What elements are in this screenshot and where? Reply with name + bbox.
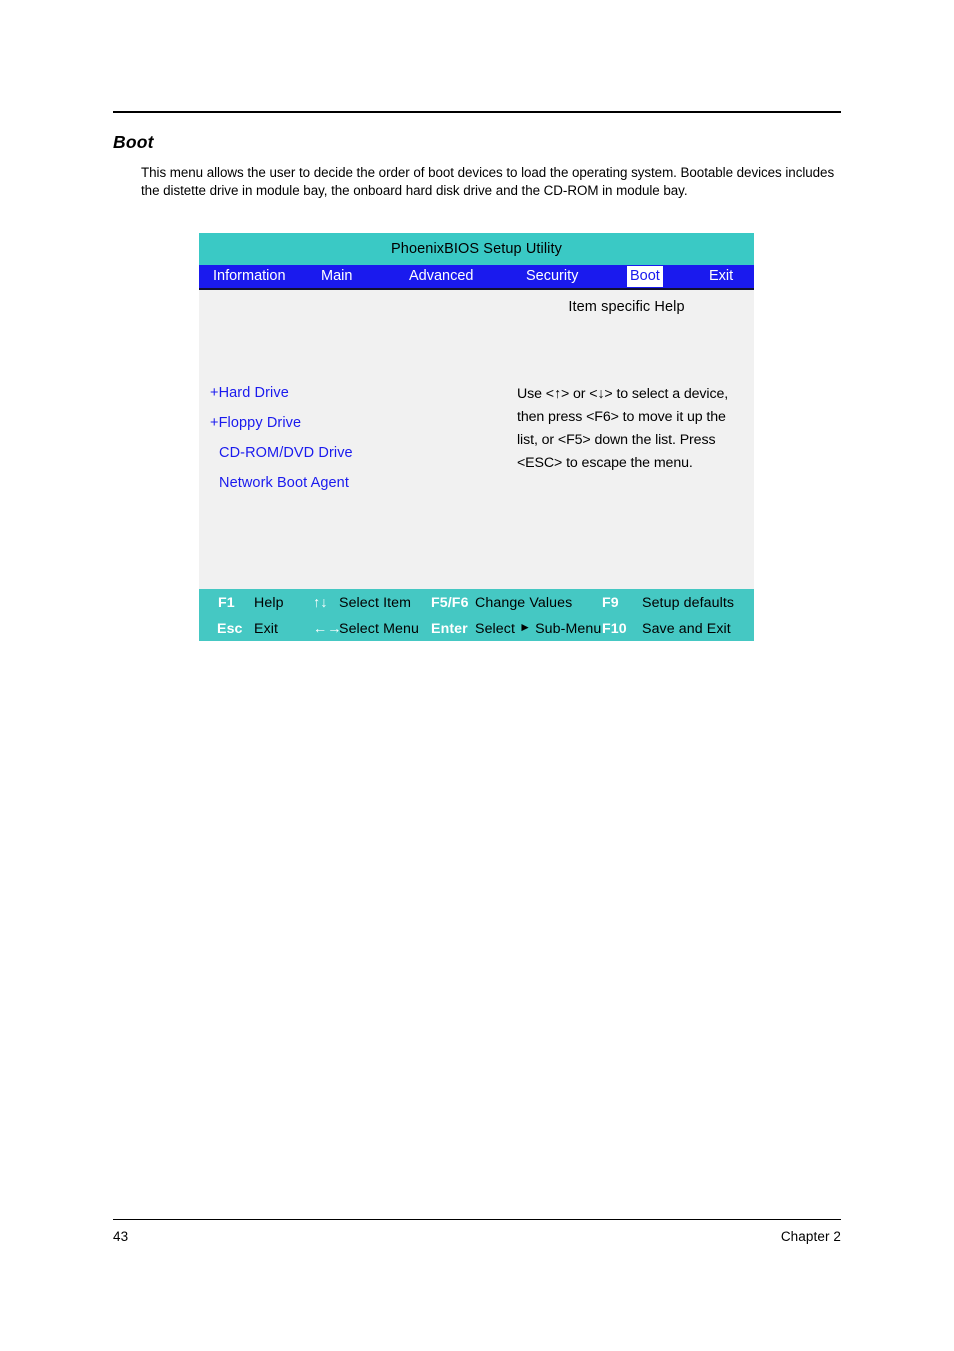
key-f1-description: Help	[254, 595, 284, 611]
key-enter-description: Select ► Sub-Menu	[475, 616, 601, 642]
page-footer-rule	[113, 1219, 841, 1220]
tab-security[interactable]: Security	[524, 267, 580, 286]
left-right-arrow-icon: ←→	[313, 621, 342, 637]
key-legend-row-bottom: Esc Exit ←→ Select Menu Enter Select ► S…	[199, 616, 754, 642]
boot-item-floppy-drive[interactable]: +Floppy Drive	[210, 408, 495, 438]
key-f10-description: Save and Exit	[642, 621, 731, 637]
tab-exit[interactable]: Exit	[707, 267, 735, 286]
bios-menu-bar: Information Main Advanced Security Boot …	[199, 265, 754, 290]
submenu-triangle-icon: ►	[519, 620, 532, 634]
help-panel-text: Use <↑> or <↓> to select a device, then …	[517, 383, 749, 475]
bios-body: +Hard Drive +Floppy Drive CD-ROM/DVD Dri…	[199, 290, 754, 589]
key-enter-description-pre: Select	[475, 621, 516, 637]
boot-item-hard-drive[interactable]: +Hard Drive	[210, 378, 495, 408]
bios-title-bar: PhoenixBIOS Setup Utility	[199, 233, 754, 265]
boot-order-panel: +Hard Drive +Floppy Drive CD-ROM/DVD Dri…	[199, 290, 499, 589]
key-esc-description: Exit	[254, 621, 279, 637]
boot-order-list: +Hard Drive +Floppy Drive CD-ROM/DVD Dri…	[210, 378, 495, 498]
up-down-arrow-icon: ↑↓	[313, 595, 328, 611]
page-title: Boot	[113, 132, 154, 152]
help-line: <ESC> to escape the menu.	[517, 455, 693, 471]
key-f1-label: F1	[218, 595, 235, 611]
page-number: 43	[113, 1229, 129, 1244]
chapter-label: Chapter 2	[780, 1229, 841, 1244]
bios-setup-utility-window: PhoenixBIOS Setup Utility Information Ma…	[199, 233, 754, 641]
boot-item-network-boot-agent[interactable]: Network Boot Agent	[210, 468, 495, 498]
help-line: then press <F6> to move it up the	[517, 409, 726, 425]
key-f10-label: F10	[602, 621, 627, 637]
key-f5-f6-label: F5/F6	[431, 595, 469, 611]
tab-advanced[interactable]: Advanced	[407, 267, 476, 286]
key-enter-description-post: Sub-Menu	[535, 621, 602, 637]
help-line: list, or <F5> down the list. Press	[517, 432, 716, 448]
section-description: This menu allows the user to decide the …	[141, 165, 835, 198]
key-f9-label: F9	[602, 595, 619, 611]
bios-key-legend-footer: F1 Help ↑↓ Select Item F5/F6 Change Valu…	[199, 589, 754, 641]
tab-information[interactable]: Information	[211, 267, 288, 286]
page-header-rule	[113, 111, 841, 113]
tab-main[interactable]: Main	[319, 267, 354, 286]
key-enter-label: Enter	[431, 621, 468, 637]
tab-boot[interactable]: Boot	[627, 266, 663, 287]
boot-item-cdrom-dvd-drive[interactable]: CD-ROM/DVD Drive	[210, 438, 495, 468]
bios-title-text: PhoenixBIOS Setup Utility	[391, 240, 562, 257]
key-left-right-description: Select Menu	[339, 621, 419, 637]
key-f9-description: Setup defaults	[642, 595, 735, 611]
key-esc-label: Esc	[217, 621, 243, 637]
key-legend-row-top: F1 Help ↑↓ Select Item F5/F6 Change Valu…	[199, 590, 754, 616]
help-panel-title: Item specific Help	[568, 299, 685, 315]
key-f5-f6-description: Change Values	[475, 595, 573, 611]
help-line: Use <↑> or <↓> to select a device,	[517, 386, 729, 402]
item-specific-help-panel: Item specific Help Use <↑> or <↓> to sel…	[499, 290, 754, 589]
key-arrows-description: Select Item	[339, 595, 412, 611]
